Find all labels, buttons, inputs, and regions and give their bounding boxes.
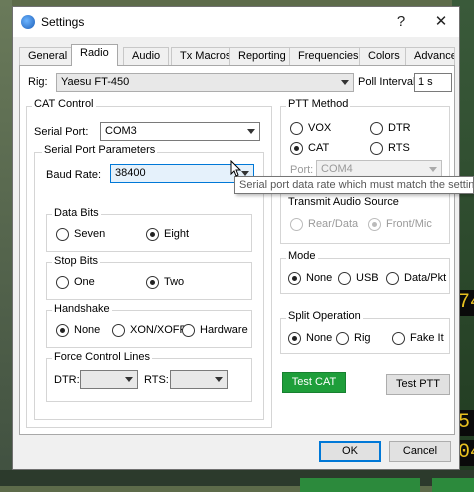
handshake-none-radio[interactable]: [56, 324, 69, 337]
poll-interval-spinbox[interactable]: 1 s: [414, 73, 452, 92]
handshake-xonxoff-label[interactable]: XON/XOFF: [130, 324, 186, 336]
stop-bits-two-label[interactable]: Two: [164, 276, 184, 288]
mode-none-radio[interactable]: [288, 272, 301, 285]
tab-colors[interactable]: Colors: [359, 47, 409, 65]
title-bar[interactable]: Settings ? ✕: [13, 7, 459, 37]
handshake-none-label[interactable]: None: [74, 324, 100, 336]
settings-window: Settings ? ✕ General Radio Audio Tx Macr…: [12, 6, 460, 470]
rig-label: Rig:: [28, 76, 48, 88]
ptt-port-label: Port:: [290, 164, 314, 176]
poll-interval-value: 1 s: [418, 76, 433, 88]
background-app-left: [0, 0, 12, 486]
mode-title: Mode: [286, 250, 318, 262]
cancel-button[interactable]: Cancel: [389, 441, 451, 462]
data-bits-seven-label[interactable]: Seven: [74, 228, 105, 240]
tx-audio-rear-data-label[interactable]: Rear/Data: [308, 218, 358, 230]
dtr-select[interactable]: [80, 370, 138, 389]
chevron-down-icon: [247, 129, 255, 134]
ptt-method-title: PTT Method: [286, 98, 351, 110]
mode-usb-label[interactable]: USB: [356, 272, 379, 284]
stop-bits-one-radio[interactable]: [56, 276, 69, 289]
split-rig-label[interactable]: Rig: [354, 332, 371, 344]
split-rig-radio[interactable]: [336, 332, 349, 345]
ptt-rts-radio[interactable]: [370, 142, 383, 155]
rig-select[interactable]: Yaesu FT-450: [56, 73, 354, 92]
radio-tab-panel: Rig: Yaesu FT-450 Poll Interval: 1 s CAT…: [19, 65, 455, 435]
split-operation-title: Split Operation: [286, 310, 363, 322]
test-ptt-button[interactable]: Test PTT: [386, 374, 450, 395]
tx-audio-front-mic-radio[interactable]: [368, 218, 381, 231]
dtr-label: DTR:: [54, 374, 80, 386]
background-bar: [432, 478, 474, 492]
mouse-cursor-icon: [230, 160, 242, 177]
cat-control-title: CAT Control: [32, 98, 96, 110]
serial-port-label: Serial Port:: [34, 126, 89, 138]
close-button[interactable]: ✕: [427, 11, 455, 33]
ok-button[interactable]: OK: [319, 441, 381, 462]
mode-usb-radio[interactable]: [338, 272, 351, 285]
ptt-vox-label[interactable]: VOX: [308, 122, 331, 134]
background-digit: 5: [458, 410, 474, 436]
mode-none-label[interactable]: None: [306, 272, 332, 284]
chevron-down-icon: [429, 167, 437, 172]
stop-bits-one-label[interactable]: One: [74, 276, 95, 288]
background-digit: 04: [458, 440, 474, 466]
ptt-cat-radio[interactable]: [290, 142, 303, 155]
mode-data-pkt-label[interactable]: Data/Pkt: [404, 272, 446, 284]
handshake-title: Handshake: [52, 303, 112, 315]
ptt-dtr-radio[interactable]: [370, 122, 383, 135]
mode-data-pkt-radio[interactable]: [386, 272, 399, 285]
tab-frequencies[interactable]: Frequencies: [289, 47, 368, 65]
transmit-audio-source-title: Transmit Audio Source: [288, 196, 399, 208]
ptt-dtr-label[interactable]: DTR: [388, 122, 411, 134]
split-fake-it-radio[interactable]: [392, 332, 405, 345]
help-button[interactable]: ?: [387, 11, 415, 33]
serial-port-params-title: Serial Port Parameters: [42, 144, 158, 156]
tab-advanced[interactable]: Advanced: [405, 47, 455, 65]
background-digit: 74: [458, 290, 474, 316]
ptt-cat-label[interactable]: CAT: [308, 142, 329, 154]
baud-rate-tooltip: Serial port data rate which must match t…: [234, 176, 474, 194]
rts-label: RTS:: [144, 374, 169, 386]
poll-interval-label: Poll Interval:: [358, 76, 419, 88]
chevron-down-icon: [341, 80, 349, 85]
stop-bits-title: Stop Bits: [52, 255, 101, 267]
stop-bits-two-radio[interactable]: [146, 276, 159, 289]
background-bar: [300, 478, 420, 492]
handshake-hardware-radio[interactable]: [182, 324, 195, 337]
serial-port-select[interactable]: COM3: [100, 122, 260, 141]
tab-strip: General Radio Audio Tx Macros Reporting …: [19, 43, 455, 66]
baud-rate-label: Baud Rate:: [46, 169, 102, 181]
baud-rate-value: 38400: [115, 167, 146, 179]
test-cat-button[interactable]: Test CAT: [282, 372, 346, 393]
split-none-label[interactable]: None: [306, 332, 332, 344]
data-bits-eight-radio[interactable]: [146, 228, 159, 241]
tx-audio-rear-data-radio[interactable]: [290, 218, 303, 231]
force-control-lines-title: Force Control Lines: [52, 351, 152, 363]
data-bits-eight-label[interactable]: Eight: [164, 228, 189, 240]
data-bits-seven-radio[interactable]: [56, 228, 69, 241]
ptt-port-value: COM4: [321, 163, 353, 175]
chevron-down-icon: [125, 377, 133, 382]
tab-reporting[interactable]: Reporting: [229, 47, 295, 65]
ptt-rts-label[interactable]: RTS: [388, 142, 410, 154]
chevron-down-icon: [215, 377, 223, 382]
serial-port-value: COM3: [105, 125, 137, 137]
split-fake-it-label[interactable]: Fake It: [410, 332, 444, 344]
tab-general[interactable]: General: [19, 47, 77, 65]
tab-audio[interactable]: Audio: [123, 47, 170, 65]
window-title: Settings: [41, 15, 85, 29]
handshake-xonxoff-radio[interactable]: [112, 324, 125, 337]
ptt-vox-radio[interactable]: [290, 122, 303, 135]
tx-audio-front-mic-label[interactable]: Front/Mic: [386, 218, 432, 230]
split-none-radio[interactable]: [288, 332, 301, 345]
data-bits-title: Data Bits: [52, 207, 101, 219]
rig-value: Yaesu FT-450: [61, 76, 130, 88]
app-icon: [21, 15, 35, 29]
tab-radio[interactable]: Radio: [71, 44, 118, 66]
handshake-hardware-label[interactable]: Hardware: [200, 324, 248, 336]
rts-select[interactable]: [170, 370, 228, 389]
